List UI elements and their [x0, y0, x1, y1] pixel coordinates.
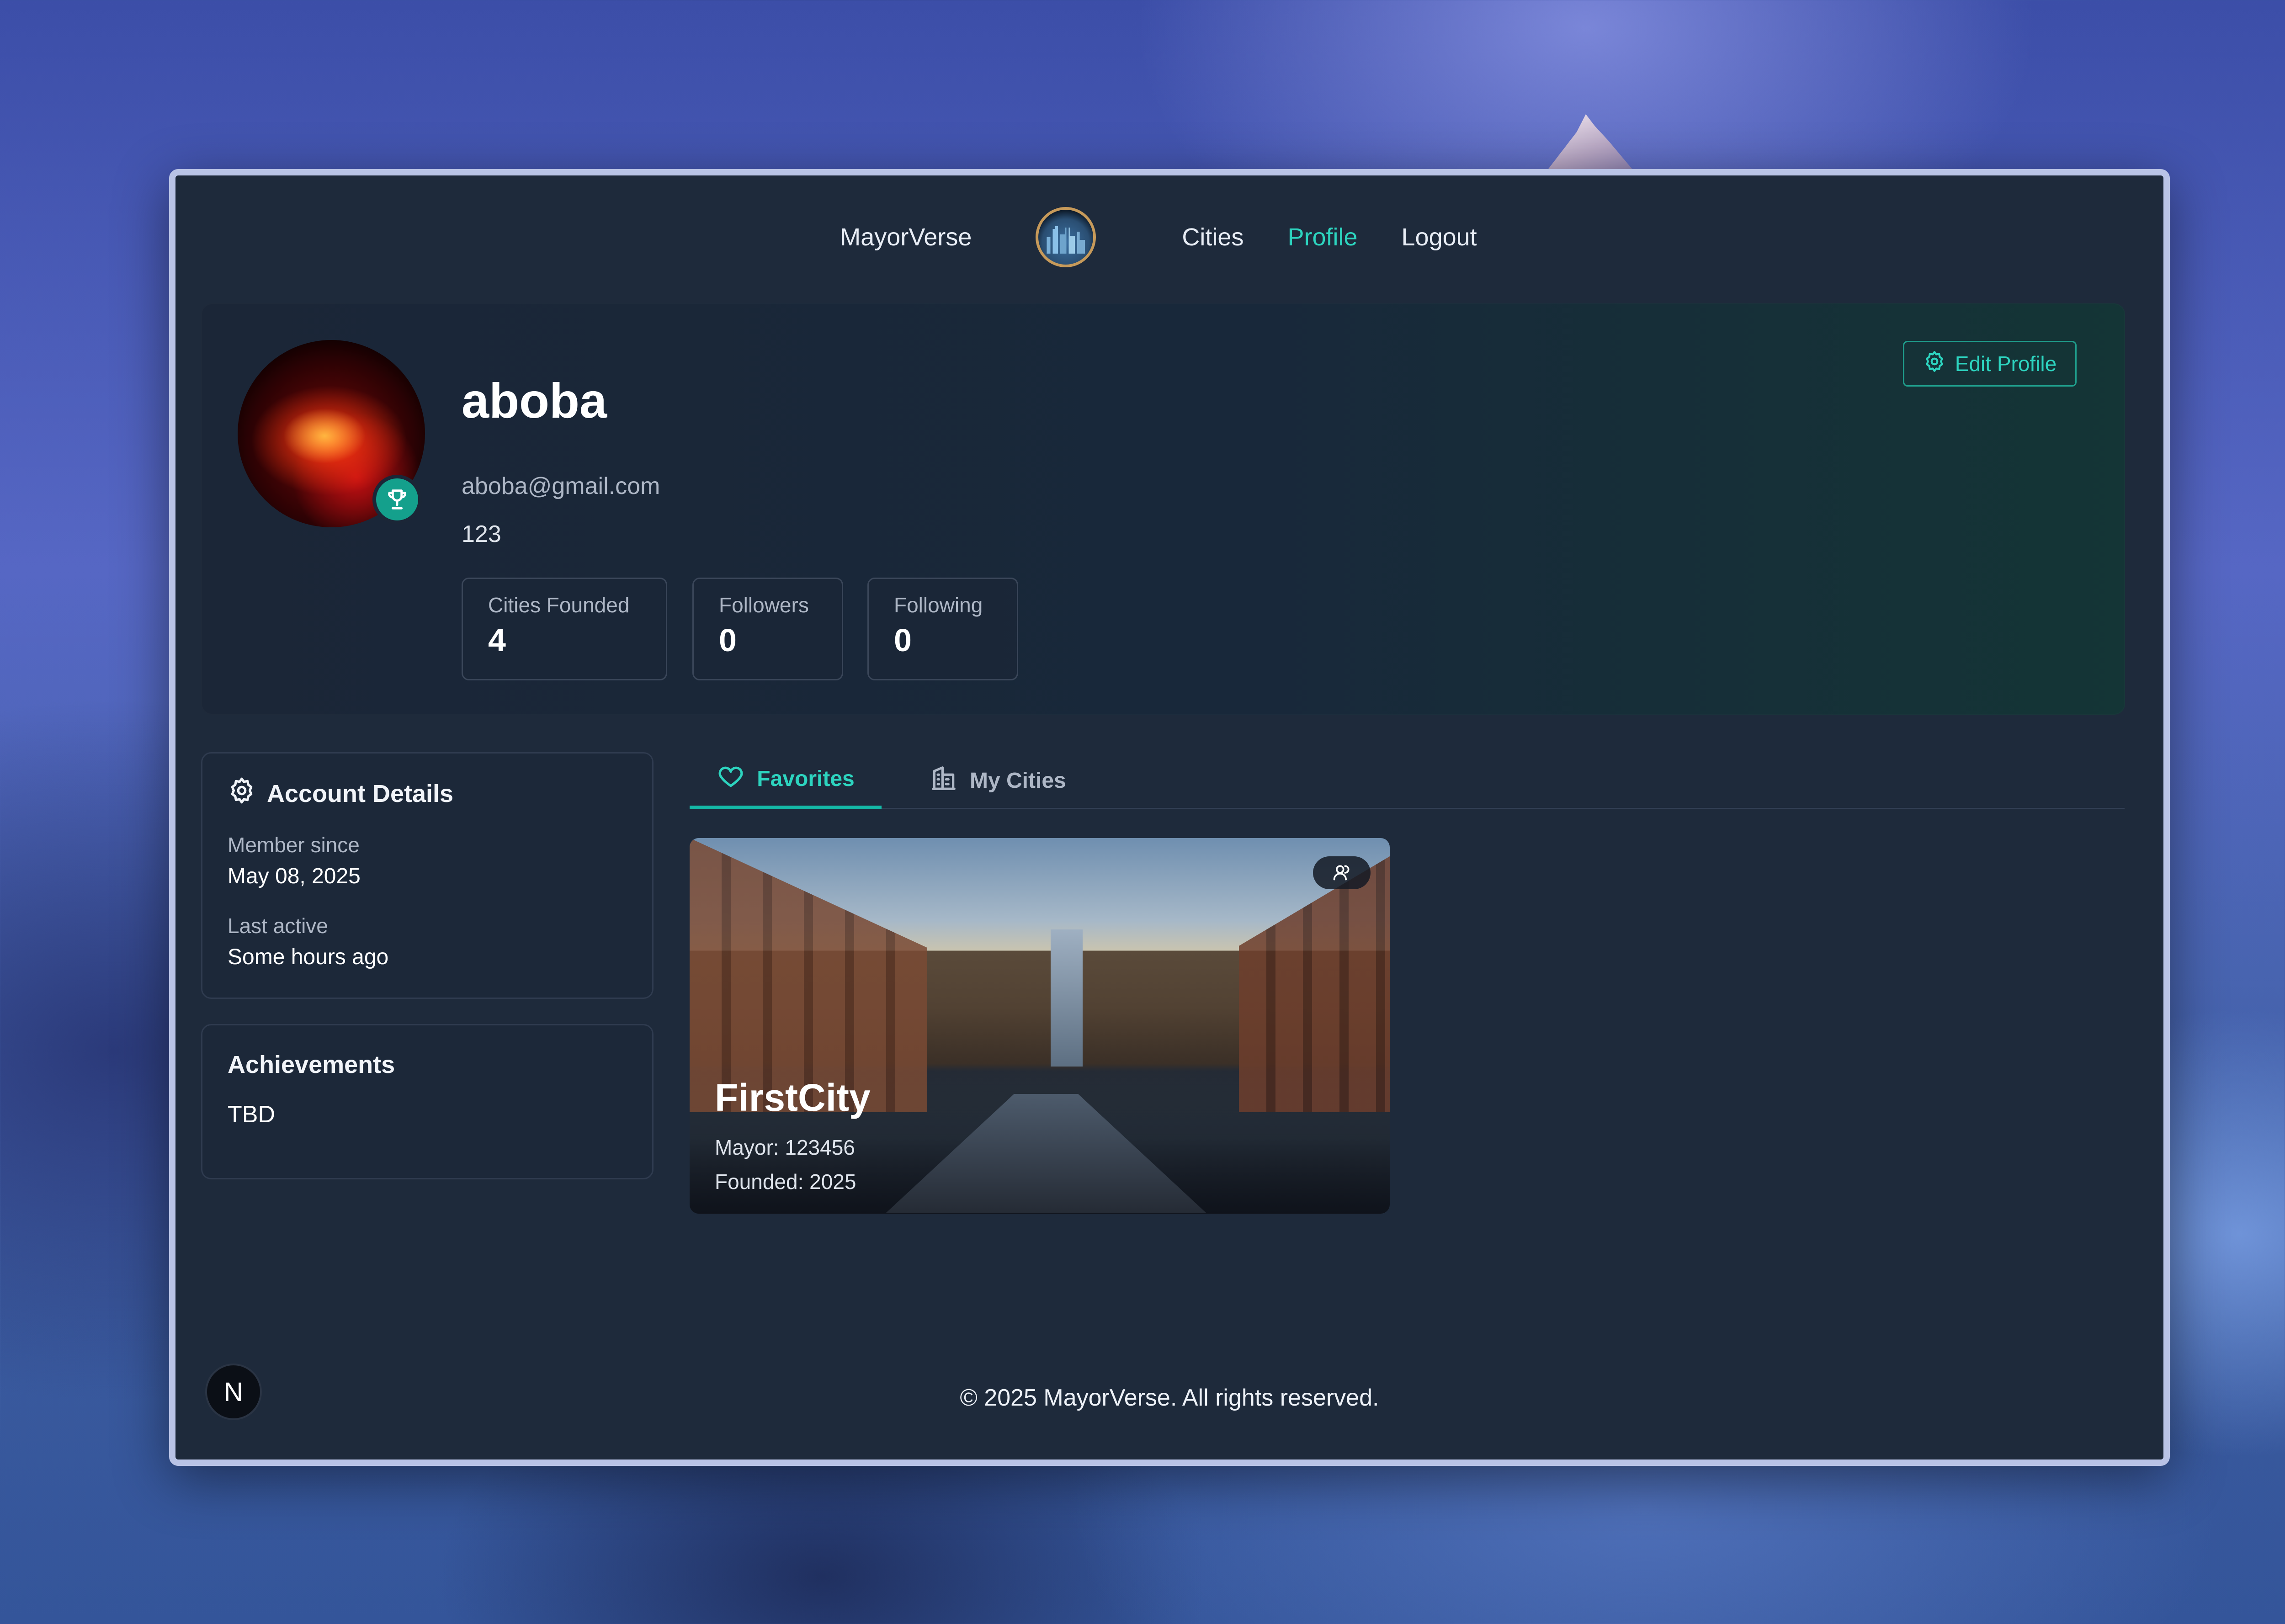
- stat-followers[interactable]: Followers 0: [692, 578, 843, 680]
- member-since-value: May 08, 2025: [228, 864, 361, 888]
- stat-value: 4: [488, 622, 506, 658]
- stat-value: 0: [894, 622, 912, 658]
- city-image-canal: [886, 1094, 1206, 1213]
- profile-tabs: Favorites My Cities: [690, 752, 2125, 809]
- stat-label: Cities Founded: [488, 593, 630, 617]
- achievements-text: TBD: [228, 1101, 275, 1128]
- tab-my-cities-label: My Cities: [970, 769, 1066, 793]
- building-icon: [930, 764, 958, 798]
- city-image-building-right: [1239, 856, 1390, 1112]
- city-mayor: Mayor: 123456: [715, 1136, 855, 1159]
- city-name: FirstCity: [715, 1076, 871, 1119]
- achievements-title: Achievements: [228, 1051, 395, 1078]
- city-founded: Founded: 2025: [715, 1170, 856, 1194]
- gear-icon: [228, 776, 256, 811]
- nav-link-profile[interactable]: Profile: [1287, 223, 1357, 251]
- account-details-heading: Account Details: [228, 776, 627, 811]
- account-details-title: Account Details: [267, 780, 454, 807]
- stat-following[interactable]: Following 0: [867, 578, 1018, 680]
- tab-favorites[interactable]: Favorites: [690, 752, 882, 809]
- profile-header-card: aboba aboba@gmail.com 123 Cities Founded…: [201, 303, 2125, 715]
- achievements-card: Achievements TBD: [201, 1024, 654, 1179]
- edit-profile-label: Edit Profile: [1955, 352, 2057, 376]
- edit-profile-button[interactable]: Edit Profile: [1903, 341, 2077, 387]
- users-icon: [1313, 856, 1371, 889]
- stat-value: 0: [719, 622, 737, 658]
- stat-label: Followers: [719, 593, 809, 617]
- stat-label: Following: [894, 593, 983, 617]
- browser-window: MayorVerse Cities Profile Logout aboba a…: [169, 169, 2170, 1466]
- city-image-building-left: [690, 838, 927, 1112]
- nav-link-cities[interactable]: Cities: [1182, 223, 1243, 251]
- stat-cities-founded: Cities Founded 4: [462, 578, 667, 680]
- tab-my-cities[interactable]: My Cities: [930, 752, 1066, 809]
- heart-icon: [717, 762, 745, 796]
- last-active-label: Last active: [228, 914, 328, 938]
- tab-favorites-label: Favorites: [757, 767, 855, 791]
- footer-copyright: © 2025 MayorVerse. All rights reserved.: [960, 1385, 1379, 1411]
- account-details-card: Account Details Member since May 08, 202…: [201, 752, 654, 999]
- background-mountain-peak: [1545, 114, 1636, 174]
- nav-link-logout[interactable]: Logout: [1402, 223, 1477, 251]
- profile-username: aboba: [462, 373, 607, 428]
- city-image-tower: [1051, 929, 1083, 1067]
- member-since-label: Member since: [228, 833, 360, 857]
- gear-icon: [1923, 350, 1946, 378]
- city-card[interactable]: FirstCity Mayor: 123456 Founded: 2025: [690, 838, 1390, 1214]
- profile-email: aboba@gmail.com: [462, 473, 660, 499]
- top-navigation: MayorVerse Cities Profile Logout: [175, 203, 2163, 271]
- last-active-value: Some hours ago: [228, 945, 389, 969]
- city-logo-icon[interactable]: [1036, 207, 1096, 267]
- brand-name[interactable]: MayorVerse: [840, 223, 972, 251]
- trophy-icon: [372, 475, 422, 524]
- profile-bio: 123: [462, 521, 501, 547]
